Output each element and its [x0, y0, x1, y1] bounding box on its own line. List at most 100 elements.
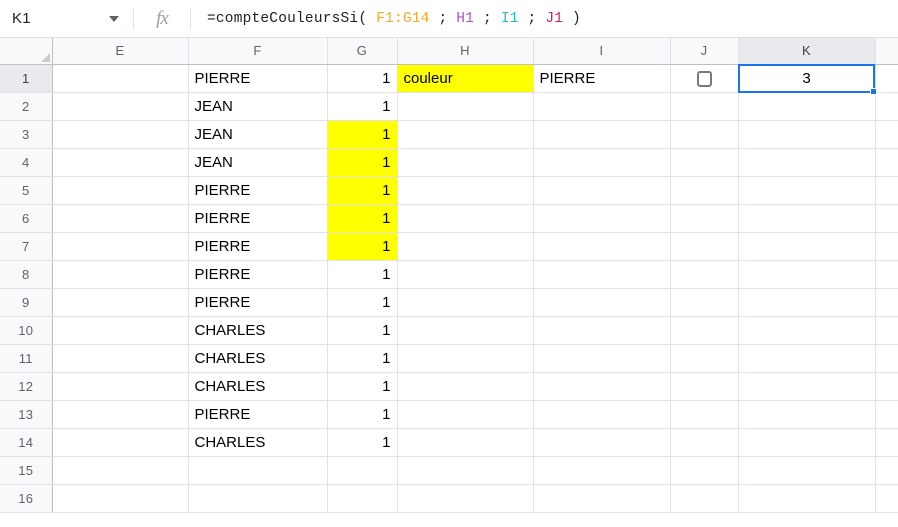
column-header-h[interactable]: H	[397, 38, 534, 65]
cell-i13[interactable]	[533, 400, 671, 429]
cell-k11[interactable]	[738, 344, 876, 373]
cell-e16[interactable]	[52, 484, 189, 513]
row-header-15[interactable]: 15	[0, 456, 53, 485]
cell-h3[interactable]	[397, 120, 534, 149]
cell-g4[interactable]: 1	[327, 148, 398, 177]
cell-f3[interactable]: JEAN	[188, 120, 328, 149]
cell-h5[interactable]	[397, 176, 534, 205]
cell-g6[interactable]: 1	[327, 204, 398, 233]
cell-e9[interactable]	[52, 288, 189, 317]
cell-j5[interactable]	[670, 176, 739, 205]
row-header-11[interactable]: 11	[0, 344, 53, 373]
cell-k6[interactable]	[738, 204, 876, 233]
cell-f13[interactable]: PIERRE	[188, 400, 328, 429]
cell-h7[interactable]	[397, 232, 534, 261]
cell-i6[interactable]	[533, 204, 671, 233]
row-header-4[interactable]: 4	[0, 148, 53, 177]
cell-k10[interactable]	[738, 316, 876, 345]
row-header-3[interactable]: 3	[0, 120, 53, 149]
cell-j13[interactable]	[670, 400, 739, 429]
cell-e10[interactable]	[52, 316, 189, 345]
cell-h6[interactable]	[397, 204, 534, 233]
cell-h1[interactable]: couleur	[397, 64, 534, 93]
cell-j14[interactable]	[670, 428, 739, 457]
cell-e11[interactable]	[52, 344, 189, 373]
cell-g1[interactable]: 1	[327, 64, 398, 93]
cell-e5[interactable]	[52, 176, 189, 205]
chevron-down-icon[interactable]	[109, 15, 119, 22]
cell-h9[interactable]	[397, 288, 534, 317]
row-header-9[interactable]: 9	[0, 288, 53, 317]
cell-g15[interactable]	[327, 456, 398, 485]
row-header-12[interactable]: 12	[0, 372, 53, 401]
cell-j12[interactable]	[670, 372, 739, 401]
cell-j1[interactable]	[670, 64, 739, 93]
cell-i2[interactable]	[533, 92, 671, 121]
cell-k8[interactable]	[738, 260, 876, 289]
cell-g10[interactable]: 1	[327, 316, 398, 345]
cell-j10[interactable]	[670, 316, 739, 345]
cell-f11[interactable]: CHARLES	[188, 344, 328, 373]
cell-h2[interactable]	[397, 92, 534, 121]
cell-k7[interactable]	[738, 232, 876, 261]
cell-i1[interactable]: PIERRE	[533, 64, 671, 93]
column-header-g[interactable]: G	[327, 38, 398, 65]
cell-h8[interactable]	[397, 260, 534, 289]
cell-k13[interactable]	[738, 400, 876, 429]
cell-k9[interactable]	[738, 288, 876, 317]
cell-j16[interactable]	[670, 484, 739, 513]
cell-k1[interactable]: 3	[738, 64, 876, 93]
row-header-7[interactable]: 7	[0, 232, 53, 261]
cell-j11[interactable]	[670, 344, 739, 373]
cell-k4[interactable]	[738, 148, 876, 177]
cell-i4[interactable]	[533, 148, 671, 177]
cell-e12[interactable]	[52, 372, 189, 401]
cell-j4[interactable]	[670, 148, 739, 177]
cell-k12[interactable]	[738, 372, 876, 401]
row-header-8[interactable]: 8	[0, 260, 53, 289]
cell-i3[interactable]	[533, 120, 671, 149]
cell-h12[interactable]	[397, 372, 534, 401]
cell-e13[interactable]	[52, 400, 189, 429]
cell-f15[interactable]	[188, 456, 328, 485]
cell-f7[interactable]: PIERRE	[188, 232, 328, 261]
cell-j6[interactable]	[670, 204, 739, 233]
select-all-corner[interactable]	[0, 38, 53, 65]
column-header-f[interactable]: F	[188, 38, 328, 65]
cell-j7[interactable]	[670, 232, 739, 261]
column-header-k[interactable]: K	[738, 38, 876, 65]
column-header-i[interactable]: I	[533, 38, 671, 65]
name-box[interactable]: K1	[0, 0, 133, 37]
cell-g12[interactable]: 1	[327, 372, 398, 401]
cell-f14[interactable]: CHARLES	[188, 428, 328, 457]
cell-k3[interactable]	[738, 120, 876, 149]
cell-e2[interactable]	[52, 92, 189, 121]
cell-e15[interactable]	[52, 456, 189, 485]
cell-k2[interactable]	[738, 92, 876, 121]
cell-f12[interactable]: CHARLES	[188, 372, 328, 401]
row-header-5[interactable]: 5	[0, 176, 53, 205]
cell-e4[interactable]	[52, 148, 189, 177]
row-header-10[interactable]: 10	[0, 316, 53, 345]
cell-i11[interactable]	[533, 344, 671, 373]
cell-i16[interactable]	[533, 484, 671, 513]
cell-j8[interactable]	[670, 260, 739, 289]
cell-g11[interactable]: 1	[327, 344, 398, 373]
cell-h16[interactable]	[397, 484, 534, 513]
cell-j3[interactable]	[670, 120, 739, 149]
cell-e6[interactable]	[52, 204, 189, 233]
cell-f4[interactable]: JEAN	[188, 148, 328, 177]
cell-h10[interactable]	[397, 316, 534, 345]
cell-i7[interactable]	[533, 232, 671, 261]
cell-j2[interactable]	[670, 92, 739, 121]
cell-h14[interactable]	[397, 428, 534, 457]
cell-f2[interactable]: JEAN	[188, 92, 328, 121]
cell-e3[interactable]	[52, 120, 189, 149]
row-header-16[interactable]: 16	[0, 484, 53, 513]
cell-g16[interactable]	[327, 484, 398, 513]
cell-j15[interactable]	[670, 456, 739, 485]
row-header-13[interactable]: 13	[0, 400, 53, 429]
checkbox-unchecked-icon[interactable]	[696, 70, 712, 87]
cell-g3[interactable]: 1	[327, 120, 398, 149]
cell-e7[interactable]	[52, 232, 189, 261]
